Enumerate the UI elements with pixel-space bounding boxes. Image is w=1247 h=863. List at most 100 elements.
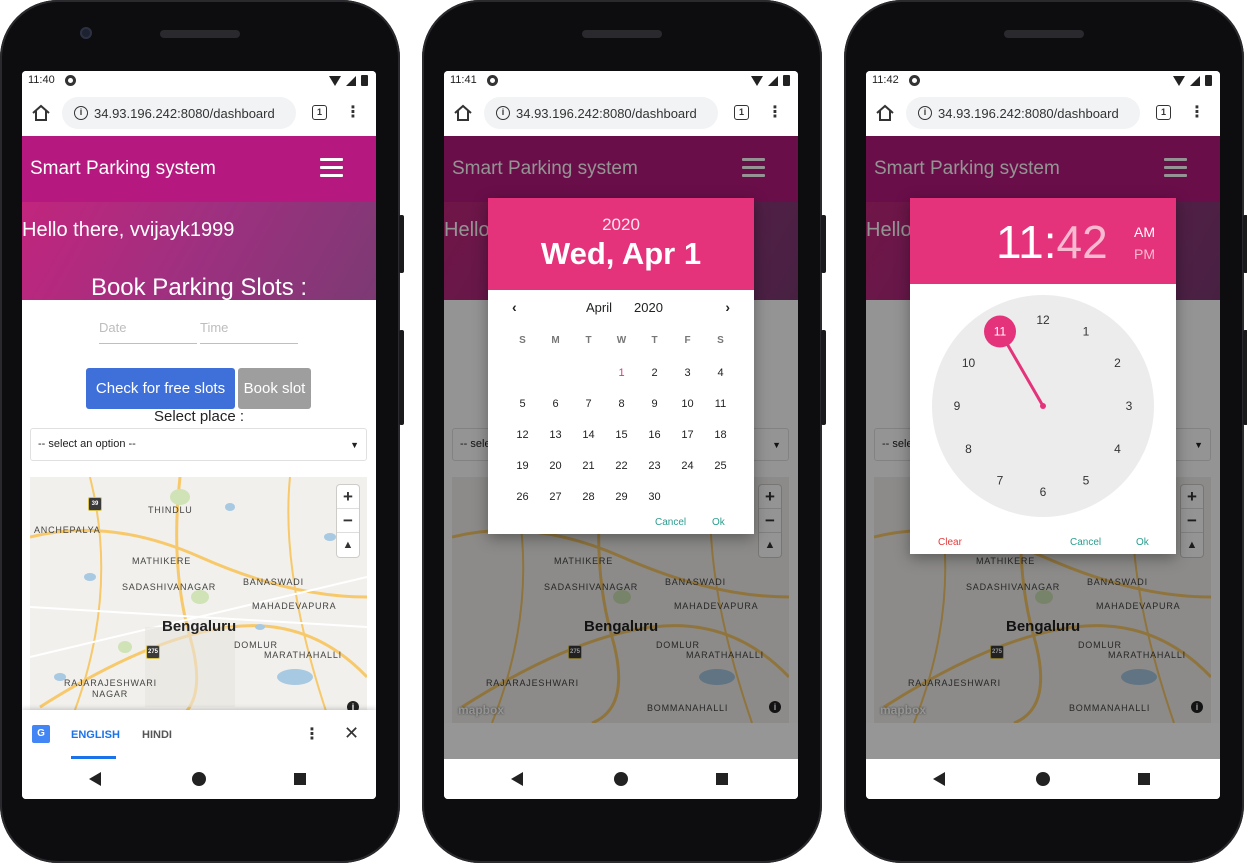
calendar-day[interactable]: 8	[605, 396, 638, 427]
browser-menu-icon[interactable]: ⋮	[1189, 104, 1205, 122]
calendar-day[interactable]: 11	[704, 396, 737, 427]
calendar-day[interactable]: 10	[671, 396, 704, 427]
back-icon[interactable]	[511, 772, 523, 786]
url-text: 34.93.196.242:8080/dashboard	[94, 106, 275, 121]
home-icon[interactable]	[30, 102, 52, 124]
info-icon[interactable]: i	[74, 106, 88, 120]
home-icon[interactable]	[452, 102, 474, 124]
calendar-day[interactable]: 9	[638, 396, 671, 427]
date-picker-year[interactable]: 2020	[488, 215, 754, 235]
date-picker-year-select[interactable]: 2020	[634, 300, 663, 315]
calendar-day[interactable]: 25	[704, 458, 737, 489]
chevron-left-icon[interactable]: ‹	[512, 299, 517, 315]
home-circle-icon[interactable]	[192, 772, 206, 786]
clock-dial[interactable]: 121234567891011	[910, 294, 1176, 530]
check-free-slots-button[interactable]: Check for free slots	[86, 368, 235, 409]
cancel-button[interactable]: Cancel	[1070, 537, 1101, 548]
calendar-day[interactable]: 3	[671, 365, 704, 396]
place-select[interactable]: -- select an option -- ▼	[30, 428, 367, 461]
clock-hour-11[interactable]: 11	[994, 325, 1007, 339]
clock-hour-10[interactable]: 10	[962, 356, 976, 370]
clock-hour-12[interactable]: 12	[1036, 313, 1050, 327]
hamburger-menu-icon[interactable]	[320, 158, 343, 178]
browser-toolbar: i 34.93.196.242:8080/dashboard 1 ⋮	[444, 91, 798, 136]
minute-display[interactable]: 42	[1057, 216, 1108, 268]
browser-menu-icon[interactable]: ⋮	[767, 104, 783, 122]
cancel-button[interactable]: Cancel	[655, 517, 686, 528]
time-picker-display: 11:42	[996, 215, 1108, 269]
date-picker-month[interactable]: April	[586, 300, 612, 315]
zoom-out-button[interactable]: −	[337, 509, 359, 533]
calendar-day[interactable]: 28	[572, 489, 605, 520]
calendar-day[interactable]: 6	[539, 396, 572, 427]
hour-display[interactable]: 11	[996, 216, 1044, 268]
calendar-day[interactable]: 27	[539, 489, 572, 520]
info-icon[interactable]: i	[918, 106, 932, 120]
map[interactable]: ANCHEPALYA THINDLU MATHIKERE SADASHIVANA…	[30, 477, 367, 723]
clock-hour-7[interactable]: 7	[997, 473, 1004, 487]
modal-backdrop-bottom[interactable]	[444, 723, 798, 759]
clear-button[interactable]: Clear	[938, 537, 962, 548]
book-slot-button[interactable]: Book slot	[238, 368, 311, 409]
calendar-day[interactable]: 30	[638, 489, 671, 520]
am-toggle[interactable]: AM	[1134, 224, 1155, 240]
calendar-day[interactable]: 22	[605, 458, 638, 489]
calendar-day[interactable]: 20	[539, 458, 572, 489]
calendar-day[interactable]: 21	[572, 458, 605, 489]
clock-hour-1[interactable]: 1	[1083, 325, 1090, 339]
close-icon[interactable]: ✕	[344, 723, 359, 744]
calendar-day[interactable]: 16	[638, 427, 671, 458]
calendar-day[interactable]: 2	[638, 365, 671, 396]
calendar-day[interactable]: 7	[572, 396, 605, 427]
address-bar[interactable]: i 34.93.196.242:8080/dashboard	[906, 97, 1140, 129]
calendar-day[interactable]: 18	[704, 427, 737, 458]
compass-icon[interactable]: ▲	[337, 533, 359, 557]
address-bar[interactable]: i 34.93.196.242:8080/dashboard	[484, 97, 718, 129]
calendar-day[interactable]: 19	[506, 458, 539, 489]
tab-switcher-icon[interactable]: 1	[312, 105, 327, 120]
back-icon[interactable]	[933, 772, 945, 786]
calendar-day[interactable]: 29	[605, 489, 638, 520]
calendar-day[interactable]: 17	[671, 427, 704, 458]
clock-hour-4[interactable]: 4	[1114, 442, 1121, 456]
clock-hour-3[interactable]: 3	[1126, 399, 1133, 413]
modal-backdrop-bottom[interactable]	[866, 723, 1220, 759]
calendar-day[interactable]: 12	[506, 427, 539, 458]
home-circle-icon[interactable]	[614, 772, 628, 786]
calendar-day[interactable]: 26	[506, 489, 539, 520]
more-options-icon[interactable]: ⋮	[304, 724, 320, 744]
recent-apps-icon[interactable]	[716, 773, 728, 785]
calendar-day[interactable]: 14	[572, 427, 605, 458]
pm-toggle[interactable]: PM	[1134, 246, 1155, 262]
recent-apps-icon[interactable]	[294, 773, 306, 785]
tab-switcher-icon[interactable]: 1	[1156, 105, 1171, 120]
calendar-day[interactable]: 24	[671, 458, 704, 489]
time-input[interactable]: Time	[200, 314, 298, 344]
calendar-day[interactable]: 23	[638, 458, 671, 489]
info-icon[interactable]: i	[496, 106, 510, 120]
calendar-day[interactable]: 1	[605, 365, 638, 396]
translate-hindi-tab[interactable]: HINDI	[142, 729, 172, 741]
ok-button[interactable]: Ok	[712, 517, 725, 528]
back-icon[interactable]	[89, 772, 101, 786]
tab-switcher-icon[interactable]: 1	[734, 105, 749, 120]
clock-hour-6[interactable]: 6	[1040, 485, 1047, 499]
date-input[interactable]: Date	[99, 314, 197, 344]
calendar-day[interactable]: 15	[605, 427, 638, 458]
ok-button[interactable]: Ok	[1136, 537, 1149, 548]
home-icon[interactable]	[874, 102, 896, 124]
clock-hour-8[interactable]: 8	[965, 442, 972, 456]
address-bar[interactable]: i 34.93.196.242:8080/dashboard	[62, 97, 296, 129]
recent-apps-icon[interactable]	[1138, 773, 1150, 785]
translate-english-tab[interactable]: ENGLISH	[71, 729, 120, 741]
clock-hour-2[interactable]: 2	[1114, 356, 1121, 370]
browser-menu-icon[interactable]: ⋮	[345, 104, 361, 122]
calendar-day[interactable]: 4	[704, 365, 737, 396]
home-circle-icon[interactable]	[1036, 772, 1050, 786]
calendar-day[interactable]: 13	[539, 427, 572, 458]
calendar-day[interactable]: 5	[506, 396, 539, 427]
clock-hour-9[interactable]: 9	[954, 399, 961, 413]
chevron-right-icon[interactable]: ›	[725, 299, 730, 315]
clock-hour-5[interactable]: 5	[1083, 473, 1090, 487]
zoom-in-button[interactable]: +	[337, 485, 359, 509]
